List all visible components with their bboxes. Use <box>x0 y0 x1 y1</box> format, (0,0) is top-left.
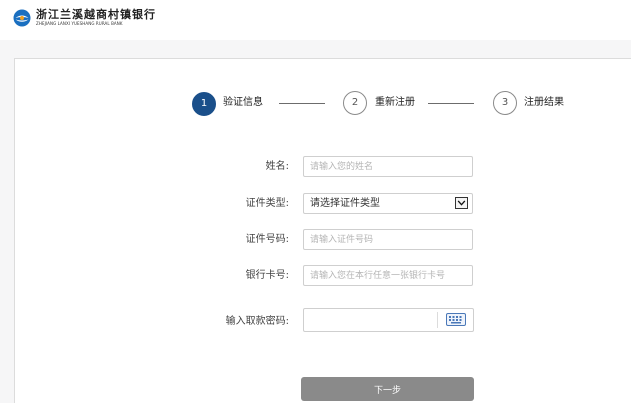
step-3-circle: 3 <box>493 91 517 115</box>
next-button[interactable]: 下一步 <box>301 377 474 401</box>
form-panel: 1 验证信息 2 重新注册 3 注册结果 姓名: 证件类型: 请选择证件类型 证… <box>14 58 631 403</box>
header-bar: 浙江兰溪越商村镇银行 ZHEJIANG LANXI YUESHANG RURAL… <box>0 0 631 40</box>
id-type-label: 证件类型: <box>245 198 289 209</box>
card-number-input[interactable] <box>303 265 473 286</box>
bank-logo[interactable]: 浙江兰溪越商村镇银行 ZHEJIANG LANXI YUESHANG RURAL… <box>13 9 156 27</box>
password-field[interactable] <box>303 308 474 332</box>
step-2-circle: 2 <box>343 91 367 115</box>
id-number-input[interactable] <box>303 229 473 250</box>
step-2-label: 重新注册 <box>375 97 415 108</box>
page: 浙江兰溪越商村镇银行 ZHEJIANG LANXI YUESHANG RURAL… <box>0 0 631 403</box>
step-1-label: 验证信息 <box>223 97 263 108</box>
name-input[interactable] <box>303 156 473 177</box>
name-label: 姓名: <box>265 161 289 172</box>
password-label: 输入取款密码: <box>225 316 289 327</box>
bank-name-cn: 浙江兰溪越商村镇银行 <box>36 8 156 21</box>
step-3-label: 注册结果 <box>524 97 564 108</box>
keyboard-icon[interactable] <box>446 313 466 326</box>
id-number-label: 证件号码: <box>245 234 289 245</box>
id-type-value: 请选择证件类型 <box>310 198 380 209</box>
step-connector-1 <box>279 103 325 104</box>
password-divider <box>437 312 438 328</box>
card-number-label: 银行卡号: <box>245 270 289 281</box>
step-1-circle: 1 <box>192 92 216 116</box>
step-connector-2 <box>428 103 474 104</box>
bank-name-en: ZHEJIANG LANXI YUESHANG RURAL BANK <box>36 21 123 26</box>
bank-logo-icon <box>13 9 31 27</box>
id-type-select[interactable]: 请选择证件类型 <box>303 193 473 214</box>
chevron-down-icon[interactable] <box>455 197 468 209</box>
